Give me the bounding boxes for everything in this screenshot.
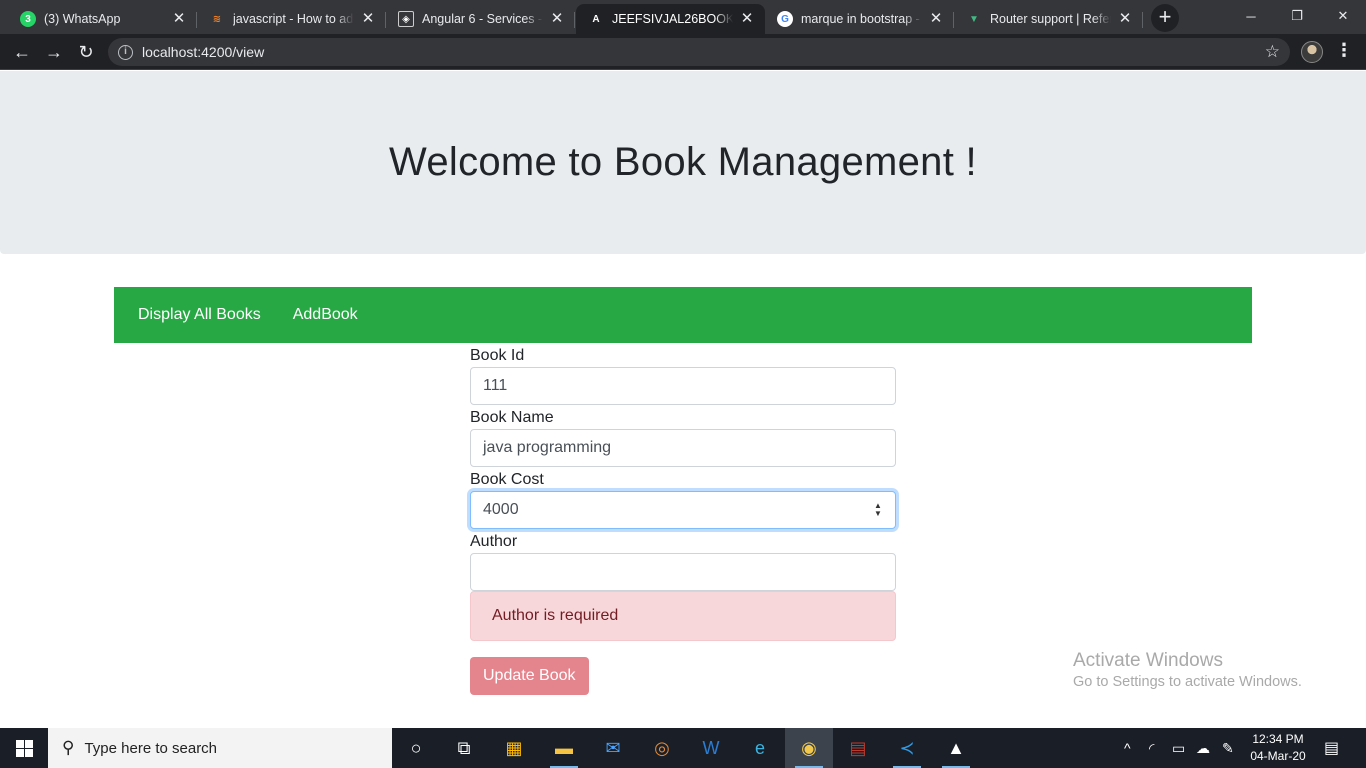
update-book-form: Book Id 111 Book Name java programming B… — [470, 345, 896, 695]
store-icon[interactable]: ▦ — [490, 728, 538, 768]
mail-icon[interactable]: ✉ — [589, 728, 637, 768]
tray-chevron-icon[interactable]: ^ — [1124, 728, 1131, 768]
browser-toolbar: ← → ↻ i localhost:4200/view ☆ ⋮ — [0, 34, 1366, 70]
windows-logo-icon — [15, 739, 33, 757]
angular-icon: A — [592, 13, 600, 25]
tab-whatsapp[interactable]: 3 (3) WhatsApp ✕ — [8, 4, 197, 34]
book-id-label: Book Id — [470, 347, 525, 364]
author-label: Author — [470, 533, 518, 550]
bookmark-star-icon[interactable]: ☆ — [1265, 42, 1280, 62]
watermark-line-2: Go to Settings to activate Windows. — [1073, 674, 1302, 690]
address-bar[interactable]: i localhost:4200/view ☆ — [108, 38, 1290, 66]
tab-title: marque in bootstrap - G — [801, 12, 922, 26]
update-book-button[interactable]: Update Book — [470, 657, 589, 695]
tutorialspoint-icon: ◈ — [398, 11, 414, 27]
vue-icon: ▼ — [969, 13, 979, 25]
battery-icon[interactable]: ▭ — [1172, 728, 1185, 768]
watermark-line-1: Activate Windows — [1073, 650, 1223, 671]
chrome-icon[interactable]: ◉ — [785, 728, 833, 768]
pen-icon[interactable]: ✎ — [1222, 728, 1234, 768]
close-icon[interactable]: ✕ — [360, 11, 376, 27]
tab-bookmanagement[interactable]: A JEEFSIVJAL26BOOKMAN ✕ — [576, 4, 765, 34]
clock-time: 12:34 PM — [1252, 732, 1304, 746]
start-button[interactable] — [0, 728, 48, 768]
tab-title: (3) WhatsApp — [44, 12, 121, 26]
url-text: localhost:4200/view — [142, 44, 265, 60]
task-view-icon[interactable]: ⧉ — [440, 728, 488, 768]
jumbotron: Welcome to Book Management ! — [0, 71, 1366, 254]
book-cost-value: 4000 — [483, 501, 519, 518]
forward-arrow-icon[interactable]: → — [39, 37, 69, 67]
tab-title: javascript - How to add — [233, 12, 354, 26]
whatsapp-icon: 3 — [20, 11, 36, 27]
nav-display-all-books[interactable]: Display All Books — [138, 306, 261, 324]
windows-taskbar: ⚲ Type here to search ○ ⧉ ▦ ▬ ✉ ◎ W e ◉ … — [0, 728, 1366, 768]
tab-marque-bootstrap[interactable]: G marque in bootstrap - G ✕ — [765, 4, 954, 34]
edge-icon[interactable]: e — [736, 728, 784, 768]
browser-tab-strip: 3 (3) WhatsApp ✕ ≋ javascript - How to a… — [0, 0, 1366, 34]
info-icon[interactable]: i — [118, 44, 133, 60]
tab-angular-services[interactable]: ◈ Angular 6 - Services - T ✕ — [386, 4, 575, 34]
new-tab-button[interactable]: + — [1151, 4, 1179, 32]
page-title: Welcome to Book Management ! — [389, 140, 977, 184]
activate-windows-watermark: Activate Windows Go to Settings to activ… — [1073, 650, 1302, 690]
cortana-icon[interactable]: ○ — [392, 728, 440, 768]
close-icon[interactable]: ✕ — [1117, 11, 1133, 27]
taskbar-search[interactable]: ⚲ Type here to search — [48, 728, 392, 768]
tab-title: Angular 6 - Services - T — [422, 12, 543, 26]
file-explorer-icon[interactable]: ▬ — [540, 728, 588, 768]
reload-icon[interactable]: ↻ — [71, 37, 101, 67]
main-navbar: Display All Books AddBook — [114, 287, 1252, 343]
media-icon[interactable]: ◎ — [638, 728, 686, 768]
search-icon: ⚲ — [62, 738, 75, 757]
search-placeholder: Type here to search — [84, 739, 218, 757]
book-cost-input[interactable]: 4000 ▲ ▼ — [470, 491, 896, 529]
notification-icon[interactable]: ▤ — [1324, 728, 1339, 768]
tab-router-support[interactable]: ▼ Router support | Refere ✕ — [954, 4, 1143, 34]
profile-avatar[interactable] — [1301, 41, 1323, 63]
taskbar-clock[interactable]: 12:34 PM 04-Mar-20 — [1248, 731, 1308, 765]
book-cost-label: Book Cost — [470, 471, 544, 488]
minimize-button[interactable]: ─ — [1228, 0, 1274, 32]
tab-title: JEEFSIVJAL26BOOKMAN — [612, 12, 733, 26]
book-name-input[interactable]: java programming — [470, 429, 896, 467]
winrar-icon[interactable]: ▤ — [834, 728, 882, 768]
vscode-icon[interactable]: ≺ — [883, 728, 931, 768]
photos-icon[interactable]: ▲ — [932, 728, 980, 768]
close-icon[interactable]: ✕ — [739, 11, 755, 27]
wifi-icon[interactable]: ◜ — [1149, 728, 1154, 768]
book-id-input[interactable]: 111 — [470, 367, 896, 405]
number-spinner-icon[interactable]: ▲ ▼ — [873, 502, 883, 518]
author-required-alert: Author is required — [470, 591, 896, 641]
stackoverflow-icon: ≋ — [212, 13, 222, 25]
book-name-label: Book Name — [470, 409, 554, 426]
tab-javascript[interactable]: ≋ javascript - How to add ✕ — [197, 4, 386, 34]
clock-date: 04-Mar-20 — [1250, 749, 1306, 763]
author-input[interactable] — [470, 553, 896, 591]
back-arrow-icon[interactable]: ← — [7, 37, 37, 67]
tab-title: Router support | Refere — [990, 12, 1111, 26]
close-icon[interactable]: ✕ — [549, 11, 565, 27]
restore-button[interactable]: ❐ — [1274, 0, 1320, 32]
google-icon: G — [777, 11, 793, 27]
word-icon[interactable]: W — [687, 728, 735, 768]
nav-add-book[interactable]: AddBook — [293, 306, 358, 324]
close-window-button[interactable]: ✕ — [1320, 0, 1366, 32]
kebab-menu-icon[interactable]: ⋮ — [1335, 40, 1353, 61]
close-icon[interactable]: ✕ — [928, 11, 944, 27]
close-icon[interactable]: ✕ — [171, 11, 187, 27]
onedrive-icon[interactable]: ☁ — [1196, 728, 1210, 768]
